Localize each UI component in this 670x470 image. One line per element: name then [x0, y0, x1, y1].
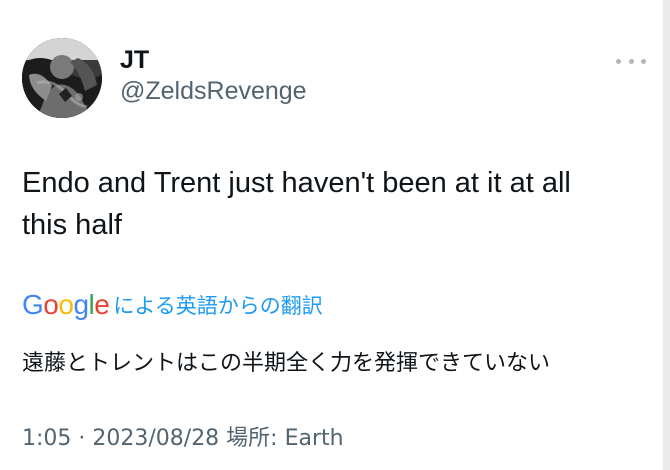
- tweet-page: JT @ZeldsRevenge Endo and Trent just hav…: [0, 0, 670, 470]
- tweet-metadata: 1:05 · 2023/08/28 場所: Earth: [22, 426, 344, 451]
- tweet-header: JT @ZeldsRevenge: [22, 38, 307, 118]
- scrollbar-track[interactable]: [663, 0, 670, 470]
- display-name[interactable]: JT: [120, 45, 307, 75]
- google-logo: Google: [22, 289, 110, 320]
- user-handle[interactable]: @ZeldsRevenge: [120, 75, 307, 107]
- profile-photo-icon: [22, 38, 102, 118]
- translated-text: 遠藤とトレントはこの半期全く力を発揮できていない: [22, 351, 551, 376]
- more-dot-icon: [628, 58, 634, 64]
- translation-link[interactable]: による英語からの翻訳: [113, 292, 322, 320]
- tweet-text: Endo and Trent just haven't been at it a…: [22, 167, 571, 241]
- more-dot-icon: [616, 58, 621, 64]
- more-options-button[interactable]: [616, 55, 646, 67]
- translation-attribution[interactable]: Google による英語からの翻訳: [22, 288, 323, 322]
- more-dot-icon: [641, 58, 646, 64]
- avatar[interactable]: [22, 38, 102, 118]
- author-info[interactable]: JT @ZeldsRevenge: [120, 45, 307, 107]
